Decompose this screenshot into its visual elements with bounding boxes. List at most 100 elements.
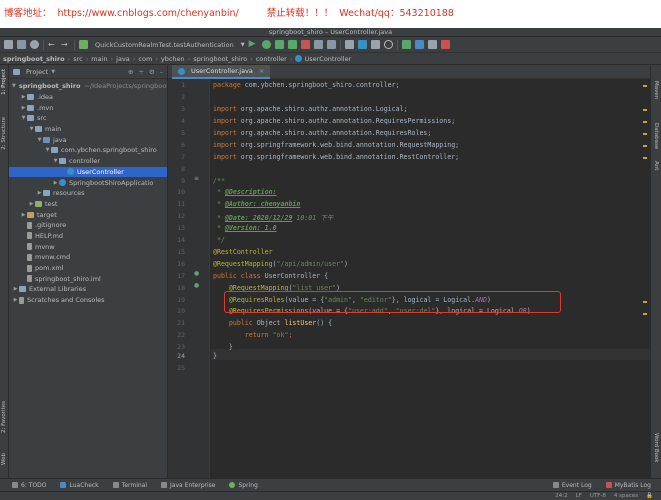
collapse-icon[interactable]: ÷ (138, 68, 143, 76)
chevron-right-icon[interactable]: ▶ (12, 297, 19, 303)
forward-arrow-icon[interactable]: → (61, 40, 70, 49)
coverage-icon[interactable] (274, 40, 284, 49)
ant-tool-tab[interactable]: Ant (653, 161, 659, 170)
tree-item[interactable]: mvnw (9, 241, 167, 252)
line-number[interactable]: 23 (168, 343, 185, 351)
line-number[interactable]: 4 (168, 117, 185, 125)
plugin-green-icon[interactable] (401, 40, 411, 49)
line-number[interactable]: 7 (168, 153, 185, 161)
attach-icon[interactable] (313, 40, 323, 49)
tree-item[interactable]: mvnw.cmd (9, 252, 167, 263)
tree-item[interactable]: ▼ springboot_shiro ~/IdeaProjects/springbo… (9, 81, 167, 92)
search-icon[interactable] (383, 40, 393, 49)
caret-position[interactable]: 24:2 (555, 493, 567, 499)
tree-item[interactable]: ▶ External Libraries (9, 284, 167, 295)
line-number[interactable]: 8 (168, 165, 185, 173)
plugin-grid-icon[interactable] (427, 40, 437, 49)
tree-item[interactable]: ▼ main (9, 124, 167, 135)
sdk-icon[interactable] (370, 40, 380, 49)
chevron-down-icon[interactable]: ▼ (52, 158, 59, 164)
tree-item[interactable]: ▶ resources (9, 188, 167, 199)
fold-doc-icon[interactable]: ≡ (194, 175, 199, 182)
tree-item[interactable]: ▼ java (9, 134, 167, 145)
line-number[interactable]: 14 (168, 236, 185, 244)
indent-setting[interactable]: 4 spaces (614, 493, 638, 499)
line-number[interactable]: 13 (168, 224, 185, 232)
chevron-right-icon[interactable]: ▶ (20, 212, 27, 218)
line-number[interactable]: 9 (168, 177, 185, 185)
run-icon[interactable]: ▶ (249, 40, 258, 49)
lock-icon[interactable]: 🔓 (646, 493, 653, 499)
project-structure-icon[interactable] (357, 40, 367, 49)
line-number[interactable]: 20 (168, 307, 185, 315)
chevron-right-icon[interactable]: ▶ (20, 94, 27, 100)
line-number[interactable]: 17 (168, 272, 185, 280)
line-number[interactable]: 12 (168, 212, 185, 220)
spring-bean-gutter-icon[interactable]: ● (194, 270, 199, 277)
tree-item[interactable]: ▼ src (9, 113, 167, 124)
tree-item[interactable]: ▶ Scratches and Consoles (9, 295, 167, 306)
project-tool-tab[interactable]: 1: Project (1, 69, 7, 95)
stop-icon[interactable] (300, 40, 310, 49)
breadcrumb-item[interactable]: UserController (304, 55, 351, 63)
spring-tool-button[interactable]: Spring (229, 482, 258, 489)
profile-icon[interactable] (287, 40, 297, 49)
maven-tool-tab[interactable]: Maven (653, 81, 659, 99)
back-arrow-icon[interactable]: ← (48, 40, 57, 49)
chevron-down-icon[interactable]: ▼ (28, 126, 35, 132)
web-tool-tab[interactable]: Web (1, 453, 7, 465)
open-folder-icon[interactable] (4, 40, 13, 49)
line-number[interactable]: 22 (168, 331, 185, 339)
tree-item[interactable]: ▶ SpringbootShiroApplicatio (9, 177, 167, 188)
line-number[interactable]: 15 (168, 248, 185, 256)
line-number[interactable]: 2 (168, 93, 185, 101)
chevron-down-icon[interactable]: ▼ (36, 137, 43, 143)
file-encoding[interactable]: UTF-8 (590, 493, 606, 499)
chevron-right-icon[interactable]: ▶ (52, 180, 59, 186)
build-hammer-icon[interactable] (79, 40, 88, 49)
line-number[interactable]: 1 (168, 81, 185, 89)
save-icon[interactable] (17, 40, 26, 49)
java-enterprise-tool-button[interactable]: Java Enterprise (161, 482, 215, 489)
breadcrumb-item[interactable]: ybchen (161, 55, 185, 63)
line-number[interactable]: 11 (168, 200, 185, 208)
code-editor[interactable]: package com.ybchen.springboot_shiro.cont… (211, 79, 650, 478)
breadcrumb-item[interactable]: springboot_shiro (3, 55, 65, 63)
plugin-blue-icon[interactable] (414, 40, 424, 49)
luacheck-tool-button[interactable]: LuaCheck (60, 482, 99, 489)
tree-item[interactable]: pom.xml (9, 263, 167, 274)
line-number[interactable]: 25 (168, 364, 185, 372)
tree-item[interactable]: ▼ com.ybchen.springboot_shiro (9, 145, 167, 156)
wordbook-tool-tab[interactable]: Word Book (653, 433, 659, 463)
line-number[interactable]: 19 (168, 296, 185, 304)
sync-icon[interactable] (30, 40, 39, 49)
close-icon[interactable]: × (259, 67, 264, 75)
vcs-icon[interactable] (326, 40, 336, 49)
chevron-right-icon[interactable]: ▶ (12, 286, 19, 292)
line-number[interactable]: 21 (168, 319, 185, 327)
line-number[interactable]: 3 (168, 105, 185, 113)
breadcrumb-item[interactable]: main (91, 55, 107, 63)
chevron-down-icon[interactable]: ▼ (241, 42, 245, 48)
chevron-right-icon[interactable]: ▶ (36, 190, 43, 196)
plugin-red-icon[interactable] (440, 40, 450, 49)
chevron-down-icon[interactable]: ▼ (12, 83, 16, 89)
tree-item[interactable]: UserController (9, 166, 167, 178)
breadcrumb-item[interactable]: controller (256, 55, 287, 63)
terminal-tool-button[interactable]: Terminal (112, 482, 147, 489)
line-separator[interactable]: LF (576, 493, 582, 499)
locate-icon[interactable]: ⊕ (128, 68, 133, 76)
chevron-down-icon[interactable]: ▼ (51, 69, 55, 75)
database-tool-tab[interactable]: Database (653, 123, 659, 149)
debug-icon[interactable] (261, 40, 271, 49)
tree-item[interactable]: .gitignore (9, 220, 167, 231)
tree-item[interactable]: ▶ target (9, 209, 167, 220)
tab-user-controller[interactable]: UserController.java × (172, 65, 271, 79)
settings-wrench-icon[interactable] (344, 40, 354, 49)
favorites-tool-tab[interactable]: 2: Favorites (1, 401, 7, 433)
project-panel-title[interactable]: Project (26, 68, 48, 76)
hide-icon[interactable]: – (160, 68, 163, 76)
chevron-right-icon[interactable]: ▶ (20, 105, 27, 111)
spring-mapping-gutter-icon[interactable]: ● (194, 282, 199, 289)
structure-tool-tab[interactable]: 2: Structure (1, 117, 7, 150)
